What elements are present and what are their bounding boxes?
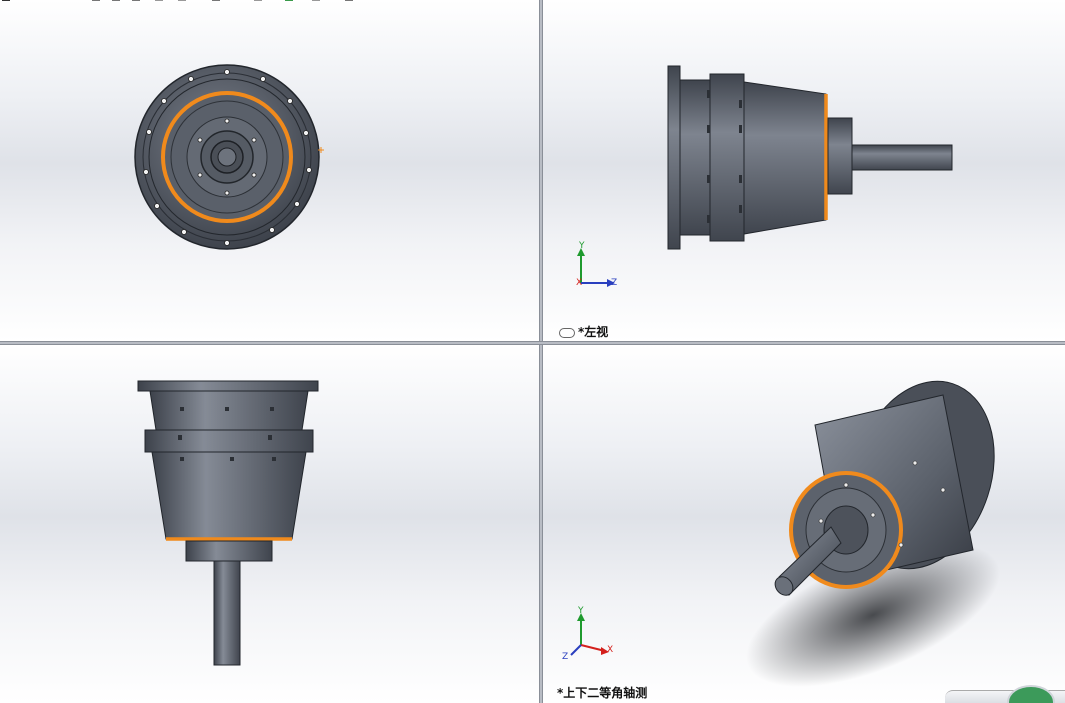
triad-y-label: Y — [578, 606, 584, 616]
viewport-left[interactable]: Y X Z *左视 — [543, 0, 1065, 341]
model-front-view[interactable] — [0, 0, 539, 341]
viewport-top[interactable] — [0, 345, 539, 703]
triad-z-label: Z — [562, 652, 569, 662]
viewport-splitter-horizontal[interactable] — [0, 341, 1065, 345]
triad-z-label: Z — [611, 278, 618, 288]
coordinate-triad-icon — [570, 613, 609, 656]
triad-x-label: X — [607, 645, 614, 655]
triad-y-label: Y — [579, 241, 585, 251]
model-left-view[interactable] — [543, 0, 1065, 341]
triad-x-label: X — [576, 278, 583, 288]
coordinate-triad-icon — [577, 248, 615, 287]
viewport-front[interactable] — [0, 0, 539, 341]
model-trimetric-view[interactable] — [543, 345, 1065, 703]
model-top-view[interactable] — [0, 345, 539, 703]
view-name-label: *上下二等角轴测 — [557, 686, 648, 700]
view-name-label: *左视 — [559, 323, 608, 340]
viewport-trimetric[interactable]: Y X Z *上下二等角轴测 — [543, 345, 1065, 703]
link-icon — [559, 327, 575, 338]
viewport-splitter-vertical[interactable] — [539, 0, 543, 703]
